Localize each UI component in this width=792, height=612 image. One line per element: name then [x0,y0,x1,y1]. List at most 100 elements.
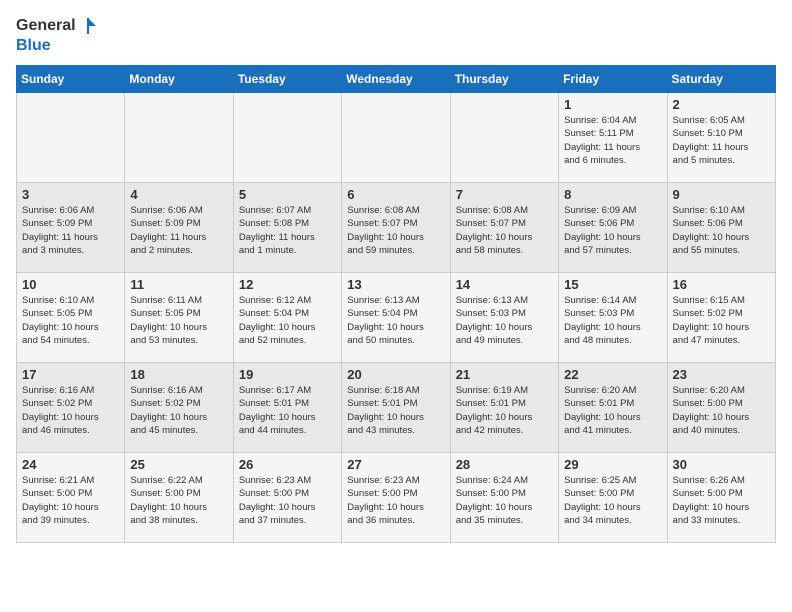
calendar-day-cell: 30 Sunrise: 6:26 AM Sunset: 5:00 PM Dayli… [667,453,775,543]
page-header: General Blue [16,16,776,55]
day-number: 15 [564,277,661,292]
empty-day-cell [450,93,558,183]
calendar-day-cell: 12 Sunrise: 6:12 AM Sunset: 5:04 PM Dayli… [233,273,341,363]
calendar-day-cell: 10 Sunrise: 6:10 AM Sunset: 5:05 PM Dayli… [17,273,125,363]
day-number: 9 [673,187,770,202]
day-number: 22 [564,367,661,382]
calendar-day-cell: 7 Sunrise: 6:08 AM Sunset: 5:07 PM Daylig… [450,183,558,273]
day-number: 23 [673,367,770,382]
calendar-day-cell: 25 Sunrise: 6:22 AM Sunset: 5:00 PM Dayli… [125,453,233,543]
day-number: 18 [130,367,227,382]
day-number: 2 [673,97,770,112]
calendar-day-cell: 17 Sunrise: 6:16 AM Sunset: 5:02 PM Dayli… [17,363,125,453]
calendar-day-cell: 5 Sunrise: 6:07 AM Sunset: 5:08 PM Daylig… [233,183,341,273]
calendar-day-cell: 20 Sunrise: 6:18 AM Sunset: 5:01 PM Dayli… [342,363,450,453]
calendar-day-cell: 21 Sunrise: 6:19 AM Sunset: 5:01 PM Dayli… [450,363,558,453]
day-info: Sunrise: 6:07 AM Sunset: 5:08 PM Dayligh… [239,204,336,257]
calendar-day-cell: 18 Sunrise: 6:16 AM Sunset: 5:02 PM Dayli… [125,363,233,453]
calendar-week-row: 24 Sunrise: 6:21 AM Sunset: 5:00 PM Dayli… [17,453,776,543]
calendar-day-cell: 2 Sunrise: 6:05 AM Sunset: 5:10 PM Daylig… [667,93,775,183]
empty-day-cell [17,93,125,183]
calendar-day-cell: 11Sunrise: 6:11 AM Sunset: 5:05 PM Dayli… [125,273,233,363]
day-number: 7 [456,187,553,202]
day-number: 27 [347,457,444,472]
day-info: Sunrise: 6:10 AM Sunset: 5:05 PM Dayligh… [22,294,119,347]
weekday-header-wednesday: Wednesday [342,66,450,93]
day-info: Sunrise: 6:24 AM Sunset: 5:00 PM Dayligh… [456,474,553,527]
day-info: Sunrise: 6:16 AM Sunset: 5:02 PM Dayligh… [130,384,227,437]
day-number: 25 [130,457,227,472]
day-info: Sunrise: 6:17 AM Sunset: 5:01 PM Dayligh… [239,384,336,437]
day-info: Sunrise: 6:18 AM Sunset: 5:01 PM Dayligh… [347,384,444,437]
empty-day-cell [233,93,341,183]
day-info: Sunrise: 6:08 AM Sunset: 5:07 PM Dayligh… [456,204,553,257]
day-number: 20 [347,367,444,382]
day-info: Sunrise: 6:21 AM Sunset: 5:00 PM Dayligh… [22,474,119,527]
day-info: Sunrise: 6:06 AM Sunset: 5:09 PM Dayligh… [22,204,119,257]
day-info: Sunrise: 6:08 AM Sunset: 5:07 PM Dayligh… [347,204,444,257]
logo: General Blue [16,16,98,55]
calendar-day-cell: 8 Sunrise: 6:09 AM Sunset: 5:06 PM Daylig… [559,183,667,273]
day-number: 29 [564,457,661,472]
weekday-header-thursday: Thursday [450,66,558,93]
calendar-day-cell: 13Sunrise: 6:13 AM Sunset: 5:04 PM Dayli… [342,273,450,363]
logo-general-text: General [16,16,76,35]
day-info: Sunrise: 6:09 AM Sunset: 5:06 PM Dayligh… [564,204,661,257]
day-info: Sunrise: 6:05 AM Sunset: 5:10 PM Dayligh… [673,114,770,167]
day-number: 5 [239,187,336,202]
day-info: Sunrise: 6:13 AM Sunset: 5:03 PM Dayligh… [456,294,553,347]
weekday-header-saturday: Saturday [667,66,775,93]
day-info: Sunrise: 6:16 AM Sunset: 5:02 PM Dayligh… [22,384,119,437]
weekday-header-tuesday: Tuesday [233,66,341,93]
day-number: 24 [22,457,119,472]
calendar-week-row: 1Sunrise: 6:04 AM Sunset: 5:11 PM Daylig… [17,93,776,183]
day-info: Sunrise: 6:15 AM Sunset: 5:02 PM Dayligh… [673,294,770,347]
day-info: Sunrise: 6:14 AM Sunset: 5:03 PM Dayligh… [564,294,661,347]
day-info: Sunrise: 6:25 AM Sunset: 5:00 PM Dayligh… [564,474,661,527]
day-number: 4 [130,187,227,202]
logo-flag-icon [78,16,98,36]
empty-day-cell [125,93,233,183]
day-number: 17 [22,367,119,382]
day-number: 14 [456,277,553,292]
calendar-day-cell: 29 Sunrise: 6:25 AM Sunset: 5:00 PM Dayli… [559,453,667,543]
weekday-header-monday: Monday [125,66,233,93]
calendar-day-cell: 26Sunrise: 6:23 AM Sunset: 5:00 PM Dayli… [233,453,341,543]
day-number: 28 [456,457,553,472]
calendar-day-cell: 16 Sunrise: 6:15 AM Sunset: 5:02 PM Dayli… [667,273,775,363]
calendar-day-cell: 23 Sunrise: 6:20 AM Sunset: 5:00 PM Dayli… [667,363,775,453]
calendar-day-cell: 22Sunrise: 6:20 AM Sunset: 5:01 PM Dayli… [559,363,667,453]
calendar-day-cell: 19Sunrise: 6:17 AM Sunset: 5:01 PM Dayli… [233,363,341,453]
day-number: 16 [673,277,770,292]
day-number: 21 [456,367,553,382]
day-number: 30 [673,457,770,472]
day-info: Sunrise: 6:11 AM Sunset: 5:05 PM Dayligh… [130,294,227,347]
day-info: Sunrise: 6:23 AM Sunset: 5:00 PM Dayligh… [347,474,444,527]
day-info: Sunrise: 6:12 AM Sunset: 5:04 PM Dayligh… [239,294,336,347]
weekday-header-row: SundayMondayTuesdayWednesdayThursdayFrid… [17,66,776,93]
day-number: 10 [22,277,119,292]
day-info: Sunrise: 6:20 AM Sunset: 5:00 PM Dayligh… [673,384,770,437]
day-number: 6 [347,187,444,202]
calendar-table: SundayMondayTuesdayWednesdayThursdayFrid… [16,65,776,543]
day-info: Sunrise: 6:19 AM Sunset: 5:01 PM Dayligh… [456,384,553,437]
day-info: Sunrise: 6:26 AM Sunset: 5:00 PM Dayligh… [673,474,770,527]
calendar-week-row: 10 Sunrise: 6:10 AM Sunset: 5:05 PM Dayli… [17,273,776,363]
day-number: 1 [564,97,661,112]
day-number: 12 [239,277,336,292]
calendar-day-cell: 27 Sunrise: 6:23 AM Sunset: 5:00 PM Dayli… [342,453,450,543]
calendar-day-cell: 14 Sunrise: 6:13 AM Sunset: 5:03 PM Dayli… [450,273,558,363]
day-info: Sunrise: 6:10 AM Sunset: 5:06 PM Dayligh… [673,204,770,257]
logo-blue-text: Blue [16,36,51,55]
day-number: 8 [564,187,661,202]
calendar-day-cell: 4Sunrise: 6:06 AM Sunset: 5:09 PM Daylig… [125,183,233,273]
calendar-day-cell: 28 Sunrise: 6:24 AM Sunset: 5:00 PM Dayli… [450,453,558,543]
day-info: Sunrise: 6:22 AM Sunset: 5:00 PM Dayligh… [130,474,227,527]
calendar-day-cell: 9 Sunrise: 6:10 AM Sunset: 5:06 PM Daylig… [667,183,775,273]
day-info: Sunrise: 6:23 AM Sunset: 5:00 PM Dayligh… [239,474,336,527]
weekday-header-sunday: Sunday [17,66,125,93]
calendar-day-cell: 24 Sunrise: 6:21 AM Sunset: 5:00 PM Dayli… [17,453,125,543]
calendar-day-cell: 3Sunrise: 6:06 AM Sunset: 5:09 PM Daylig… [17,183,125,273]
weekday-header-friday: Friday [559,66,667,93]
calendar-week-row: 3Sunrise: 6:06 AM Sunset: 5:09 PM Daylig… [17,183,776,273]
